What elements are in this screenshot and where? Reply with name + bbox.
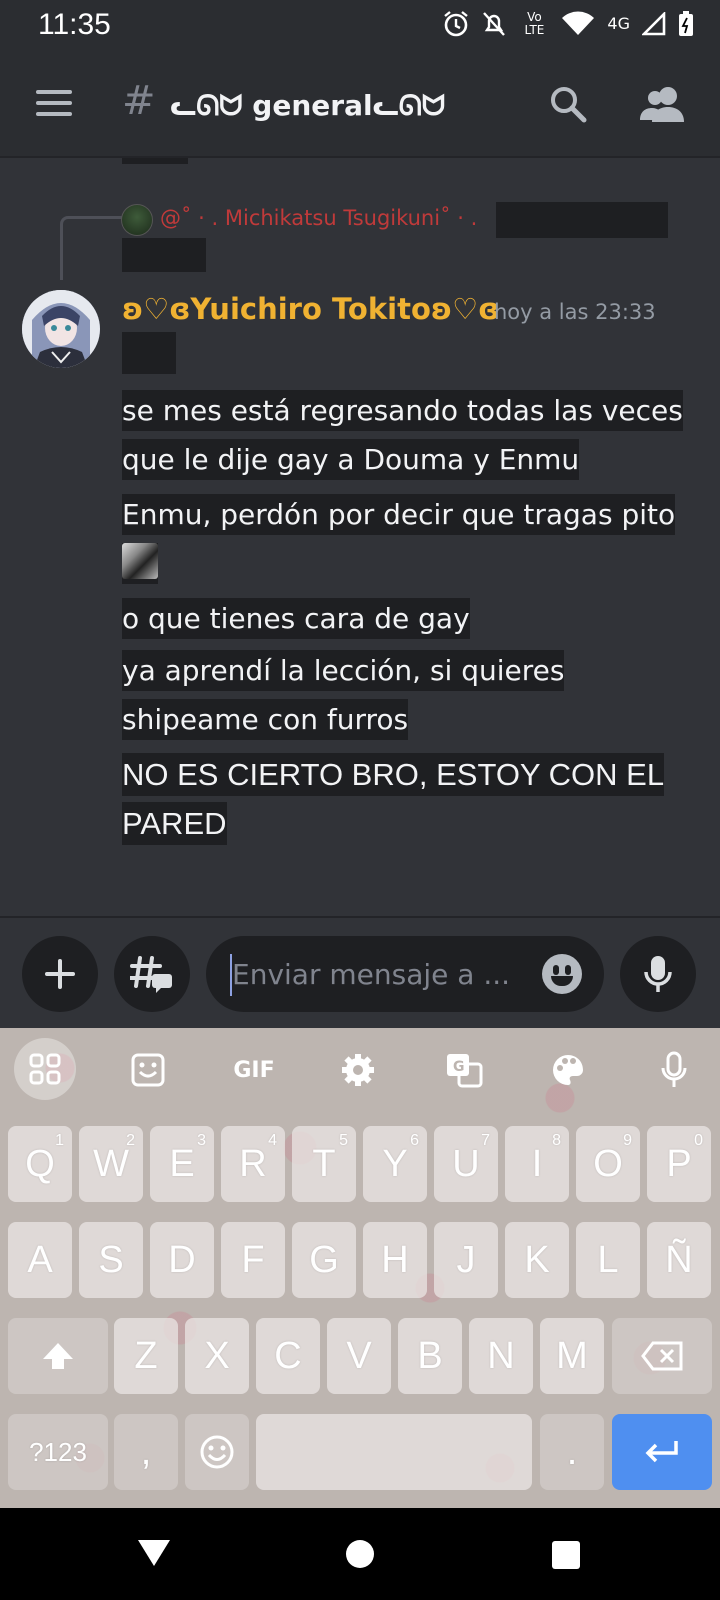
svg-text:G: G xyxy=(453,1059,465,1075)
key-i[interactable]: I8 xyxy=(505,1126,569,1202)
key-r[interactable]: R4 xyxy=(221,1126,285,1202)
key-b[interactable]: B xyxy=(398,1318,462,1394)
key-m[interactable]: M xyxy=(540,1318,604,1394)
key-z[interactable]: Z xyxy=(114,1318,178,1394)
emoji-key[interactable] xyxy=(185,1414,249,1490)
voice-typing-icon[interactable] xyxy=(646,1042,702,1098)
plus-icon xyxy=(45,959,75,989)
key-j[interactable]: J xyxy=(434,1222,498,1298)
key-a[interactable]: A xyxy=(8,1222,72,1298)
reply-connector xyxy=(60,216,122,280)
message-line[interactable]: se mes está regresando todas las veces q… xyxy=(122,386,702,484)
system-navigation-bar xyxy=(0,1508,720,1600)
channel-header: # ᓚᘏᗢ generalᓚᘏᗢ xyxy=(0,56,720,158)
key-l[interactable]: L xyxy=(576,1222,640,1298)
message-input[interactable] xyxy=(232,954,532,994)
shift-key[interactable] xyxy=(8,1318,108,1394)
redacted-block xyxy=(496,202,668,238)
voice-message-button[interactable] xyxy=(620,936,696,1012)
channel-name[interactable]: ᓚᘏᗢ generalᓚᘏᗢ xyxy=(170,89,445,123)
key-y[interactable]: Y6 xyxy=(363,1126,427,1202)
threads-button[interactable] xyxy=(114,936,190,1012)
signal-icon xyxy=(642,12,666,36)
key-o[interactable]: O9 xyxy=(576,1126,640,1202)
message-line[interactable]: NO ES CIERTO BRO, ESTOY CON EL PARED xyxy=(122,750,702,848)
key-n[interactable]: N xyxy=(469,1318,533,1394)
redacted-block xyxy=(122,238,206,272)
network-type: 4G xyxy=(607,14,630,33)
back-icon[interactable] xyxy=(138,1540,170,1566)
battery-icon xyxy=(679,11,693,36)
key-g[interactable]: G xyxy=(292,1222,356,1298)
redacted-block xyxy=(122,158,188,164)
avatar[interactable] xyxy=(22,290,100,368)
reply-avatar[interactable] xyxy=(121,204,153,236)
enter-key[interactable] xyxy=(612,1414,712,1490)
microphone-icon xyxy=(644,956,672,992)
members-icon[interactable] xyxy=(640,84,684,124)
enter-icon xyxy=(645,1441,678,1463)
avatar-image xyxy=(22,290,100,368)
message-composer xyxy=(0,916,720,1028)
key-p[interactable]: P0 xyxy=(647,1126,711,1202)
space-key[interactable] xyxy=(256,1414,532,1490)
key-d[interactable]: D xyxy=(150,1222,214,1298)
clock: 11:35 xyxy=(38,8,111,41)
channel-hash-icon: # xyxy=(122,78,156,124)
search-icon[interactable] xyxy=(548,84,588,124)
status-bar: 11:35 Vo LTE 4G xyxy=(0,0,720,56)
home-icon[interactable] xyxy=(346,1540,374,1568)
message-author[interactable]: ʚ♡ɞYuichiro Tokitoʚ♡ɞ xyxy=(122,292,499,326)
emoji-picker-icon[interactable] xyxy=(542,954,582,994)
volte-badge: Vo LTE xyxy=(524,10,545,37)
key-x[interactable]: X xyxy=(185,1318,249,1394)
key-c[interactable]: C xyxy=(256,1318,320,1394)
add-attachment-button[interactable] xyxy=(22,936,98,1012)
thread-icon xyxy=(130,956,172,993)
symbols-key[interactable]: ?123 xyxy=(8,1414,108,1490)
key-q[interactable]: Q1 xyxy=(8,1126,72,1202)
key-e[interactable]: E3 xyxy=(150,1126,214,1202)
message-line[interactable]: o que tienes cara de gay xyxy=(122,594,702,643)
translate-icon[interactable]: G xyxy=(436,1042,492,1098)
comma-key[interactable]: , xyxy=(114,1414,178,1490)
message-input-wrapper[interactable] xyxy=(206,936,604,1012)
recent-apps-icon[interactable] xyxy=(552,1541,580,1569)
key-n-tilde[interactable]: Ñ xyxy=(647,1222,711,1298)
menu-icon[interactable] xyxy=(36,90,72,116)
alarm-icon xyxy=(444,11,469,37)
sticker-icon[interactable] xyxy=(120,1042,176,1098)
period-key[interactable]: . xyxy=(540,1414,604,1490)
mute-icon xyxy=(483,12,506,36)
shift-icon xyxy=(43,1343,73,1369)
apps-grid-icon[interactable] xyxy=(14,1038,76,1100)
message-line[interactable]: ya aprendí la lección, si quieres shipea… xyxy=(122,646,702,744)
key-h[interactable]: H xyxy=(363,1222,427,1298)
gif-button[interactable]: GIF xyxy=(226,1042,282,1098)
key-f[interactable]: F xyxy=(221,1222,285,1298)
custom-emoji-icon xyxy=(122,543,158,579)
message-timestamp: hoy a las 23:33 xyxy=(494,300,656,324)
reply-author[interactable]: @˚ · . Michikatsu Tsugikuni˚ · . xyxy=(160,206,477,230)
key-s[interactable]: S xyxy=(79,1222,143,1298)
key-u[interactable]: U7 xyxy=(434,1126,498,1202)
on-screen-keyboard: GIF G Q1 W2 E3 R4 T5 Y6 U7 I8 O9 P0 A S … xyxy=(0,1028,720,1508)
emoji-icon xyxy=(200,1435,234,1469)
wifi-icon xyxy=(562,11,595,35)
message-list[interactable]: @˚ · . Michikatsu Tsugikuni˚ · . ʚ♡ɞYuic… xyxy=(0,158,720,916)
key-v[interactable]: V xyxy=(327,1318,391,1394)
backspace-icon xyxy=(641,1341,683,1371)
theme-palette-icon[interactable] xyxy=(540,1042,596,1098)
settings-icon[interactable] xyxy=(330,1042,386,1098)
keyboard-toolbar: GIF G xyxy=(0,1028,720,1110)
message-line[interactable]: Enmu, perdón por decir que tragas pito xyxy=(122,490,702,588)
redacted-block xyxy=(122,332,176,374)
status-icons: Vo LTE 4G xyxy=(443,10,694,38)
key-k[interactable]: K xyxy=(505,1222,569,1298)
backspace-key[interactable] xyxy=(612,1318,712,1394)
key-w[interactable]: W2 xyxy=(79,1126,143,1202)
key-t[interactable]: T5 xyxy=(292,1126,356,1202)
